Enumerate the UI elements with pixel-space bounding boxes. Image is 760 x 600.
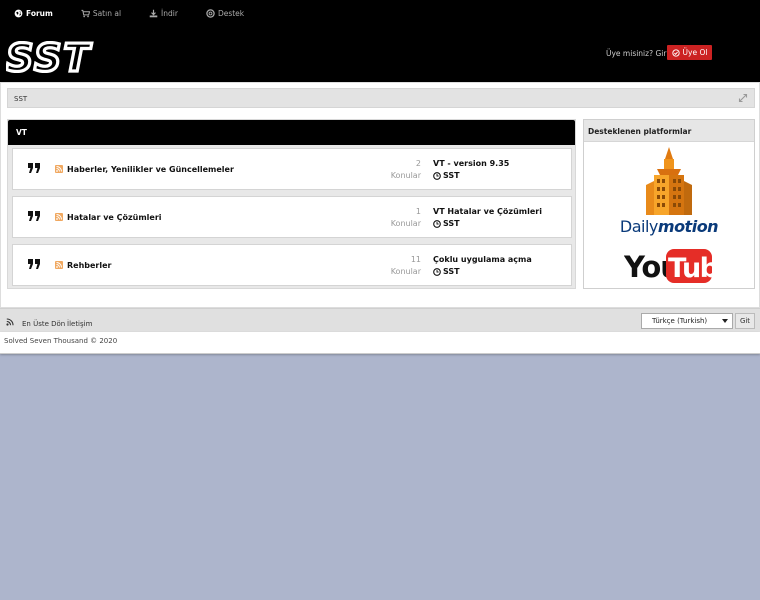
register-button[interactable]: Üye Ol — [667, 45, 712, 60]
main-nav: Forum Satın al İndir Destek — [14, 7, 272, 19]
platforms-widget: Desteklenen platformlar Dailymotion You … — [583, 119, 755, 289]
platforms-body: Dailymotion You Tube — [584, 141, 754, 288]
last-post-title[interactable]: VT - version 9.35 — [433, 159, 509, 168]
forum-row[interactable]: Hatalar ve Çözümleri 1 Konular VT Hatala… — [12, 196, 572, 238]
language-select[interactable]: Türkçe (Turkish) — [641, 313, 733, 329]
rss-icon[interactable] — [55, 165, 63, 173]
globe-icon — [14, 9, 23, 17]
widget-title: Desteklenen platformlar — [588, 127, 692, 136]
top-header: Forum Satın al İndir Destek SST Üye misi… — [0, 0, 760, 82]
youtube-logo[interactable]: You Tube — [624, 246, 714, 284]
topic-count: 1 — [415, 207, 421, 216]
dailymotion-building-logo[interactable] — [624, 145, 714, 217]
clock-icon — [433, 171, 441, 180]
login-link[interactable]: Üye misiniz? Giriş — [606, 49, 672, 58]
breadcrumb-bar: SST — [7, 88, 755, 108]
category-header: VT — [8, 120, 575, 145]
nav-item-forum[interactable]: Forum — [14, 7, 53, 19]
forum-title[interactable]: Haberler, Yenilikler ve Güncellemeler — [67, 165, 234, 174]
site-logo[interactable]: SST — [6, 41, 108, 73]
breadcrumb[interactable]: SST — [14, 95, 27, 103]
nav-label: Satın al — [92, 8, 122, 18]
last-post-user-name: SST — [443, 171, 460, 180]
dailymotion-text-a: Daily — [619, 217, 658, 236]
clock-icon — [433, 267, 441, 276]
expand-icon[interactable] — [738, 93, 748, 103]
nav-label: İndir — [161, 8, 178, 18]
language-value: Türkçe (Turkish) — [652, 317, 708, 325]
quote-icon — [28, 211, 40, 221]
contact-link[interactable]: İletişim — [67, 320, 92, 328]
last-post-user[interactable]: SST — [433, 219, 460, 228]
forum-row[interactable]: Haberler, Yenilikler ve Güncellemeler 2 … — [12, 148, 572, 190]
logo-text: SST — [6, 41, 92, 73]
nav-item-buy[interactable]: Satın al — [81, 7, 121, 19]
footer-bar: En Üste Dön İletişim Türkçe (Turkish) Gi… — [0, 308, 760, 332]
forum-title[interactable]: Rehberler — [67, 261, 112, 270]
dailymotion-logo-text[interactable]: Dailymotion — [584, 217, 754, 236]
last-post-user-name: SST — [443, 219, 460, 228]
last-post-user[interactable]: SST — [433, 267, 460, 276]
go-button[interactable]: Git — [735, 313, 755, 329]
nav-label: Destek — [217, 8, 245, 18]
nav-label: Forum — [26, 8, 53, 18]
last-post-user-name: SST — [443, 267, 460, 276]
svg-text:Tube: Tube — [668, 253, 714, 284]
rss-feed-icon[interactable] — [6, 318, 14, 326]
forum-row[interactable]: Rehberler 11 Konular Çoklu uygulama açma… — [12, 244, 572, 286]
download-icon — [149, 9, 158, 17]
topic-count: 11 — [410, 255, 421, 264]
last-post-user[interactable]: SST — [433, 171, 460, 180]
clock-icon — [433, 219, 441, 228]
chevron-down-icon — [722, 319, 728, 323]
topic-count-label: Konular — [390, 267, 421, 276]
main-content: SST VT Haberler, Yenilikler ve Güncellem… — [0, 82, 760, 308]
nav-item-support[interactable]: Destek — [206, 7, 244, 19]
copyright-text: Solved Seven Thousand © 2020 — [4, 337, 118, 345]
last-post-title[interactable]: VT Hatalar ve Çözümleri — [433, 207, 542, 216]
category-title[interactable]: VT — [16, 128, 27, 137]
register-label: Üye Ol — [682, 48, 708, 57]
rss-icon[interactable] — [55, 213, 63, 221]
topic-count: 2 — [415, 159, 421, 168]
forum-title[interactable]: Hatalar ve Çözümleri — [67, 213, 162, 222]
nav-item-download[interactable]: İndir — [149, 7, 178, 19]
rss-icon[interactable] — [55, 261, 63, 269]
back-to-top-link[interactable]: En Üste Dön — [22, 320, 65, 328]
topic-count-label: Konular — [390, 171, 421, 180]
copyright-bar: Solved Seven Thousand © 2020 — [0, 332, 760, 354]
topic-count-label: Konular — [390, 219, 421, 228]
quote-icon — [28, 163, 40, 173]
last-post-title[interactable]: Çoklu uygulama açma — [433, 255, 532, 264]
dailymotion-text-b: motion — [657, 217, 719, 236]
support-icon — [206, 8, 215, 18]
forum-category: VT Haberler, Yenilikler ve Güncellemeler… — [7, 119, 576, 289]
cart-icon — [81, 9, 90, 17]
register-icon — [671, 48, 680, 57]
quote-icon — [28, 259, 40, 269]
